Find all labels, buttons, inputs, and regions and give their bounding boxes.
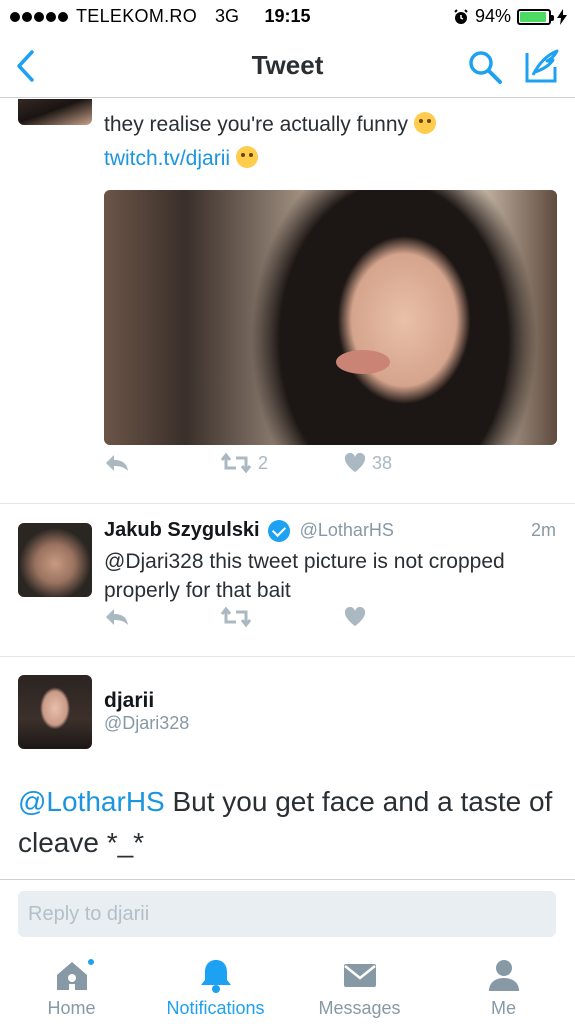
tweet-photo[interactable] [104, 190, 557, 445]
verified-badge-icon [267, 519, 290, 542]
avatar[interactable] [18, 675, 92, 749]
new-content-dot [86, 957, 96, 967]
author-name[interactable]: djarii [104, 689, 154, 713]
reply-bar [0, 879, 575, 941]
reply-icon [106, 455, 128, 471]
tweet-header: Jakub Szygulski @LotharHS 2m [104, 519, 556, 542]
author-handle[interactable]: @LotharHS [300, 520, 394, 541]
like-button[interactable] [344, 607, 366, 627]
reply-input[interactable] [18, 891, 556, 937]
tweet-link-line: twitch.tv/djarii [104, 146, 259, 171]
bell-icon [200, 960, 231, 993]
battery-percent: 94% [474, 6, 511, 26]
tab-me[interactable]: Me [432, 941, 575, 1024]
reply-icon [106, 609, 128, 625]
compose-tweet-icon[interactable] [523, 47, 561, 85]
heart-icon [344, 453, 366, 472]
tweet-text: they realise you're actually funny [104, 112, 437, 137]
retweet-button[interactable] [220, 606, 252, 628]
tweet-thread[interactable]: they realise you're actually funny twitc… [0, 99, 575, 879]
tweet-text: @Djari328 this tweet picture is not crop… [104, 550, 505, 602]
avatar[interactable] [18, 523, 92, 597]
tab-notifications[interactable]: Notifications [144, 941, 287, 1024]
charging-bolt-icon [557, 8, 567, 25]
tweet-text-line: they realise you're actually funny [104, 113, 409, 136]
tab-bar: Home Notifications Messages Me [0, 941, 575, 1024]
tears-of-joy-emoji-icon [236, 146, 259, 168]
tab-home[interactable]: Home [0, 941, 143, 1024]
tweet-time: 2m [530, 520, 556, 540]
envelope-icon [343, 964, 376, 987]
crying-face-emoji-icon [414, 112, 437, 134]
heart-icon [344, 607, 366, 626]
retweet-icon [220, 606, 252, 628]
status-bar: TELEKOM.RO 3G 19:15 94% [0, 0, 575, 36]
retweet-count: 2 [258, 452, 269, 473]
search-icon[interactable] [467, 49, 503, 85]
tweet-link[interactable]: twitch.tv/djarii [104, 147, 230, 170]
tab-label: Messages [318, 998, 401, 1018]
battery-icon [517, 8, 554, 25]
reply-button[interactable] [104, 607, 130, 627]
tab-label: Home [47, 998, 96, 1018]
author-name[interactable]: Jakub Szygulski [104, 519, 260, 542]
mention-link[interactable]: @LotharHS [18, 786, 165, 817]
retweet-button[interactable]: 2 [220, 452, 268, 474]
reply-button[interactable] [104, 453, 130, 473]
divider [0, 656, 575, 657]
tab-label: Me [490, 998, 516, 1018]
status-right: 94% [453, 6, 567, 27]
like-count: 38 [372, 452, 393, 473]
tweet-text: @LotharHS But you get face and a taste o… [18, 781, 558, 863]
retweet-icon [220, 452, 252, 474]
author-handle[interactable]: @Djari328 [104, 713, 189, 734]
alarm-clock-icon [454, 8, 468, 24]
divider [0, 503, 575, 504]
person-icon [488, 960, 519, 991]
tab-label: Notifications [166, 998, 265, 1018]
like-button[interactable]: 38 [344, 453, 392, 474]
avatar[interactable] [18, 99, 92, 125]
nav-bar: Tweet [0, 36, 575, 98]
tab-messages[interactable]: Messages [288, 941, 431, 1024]
